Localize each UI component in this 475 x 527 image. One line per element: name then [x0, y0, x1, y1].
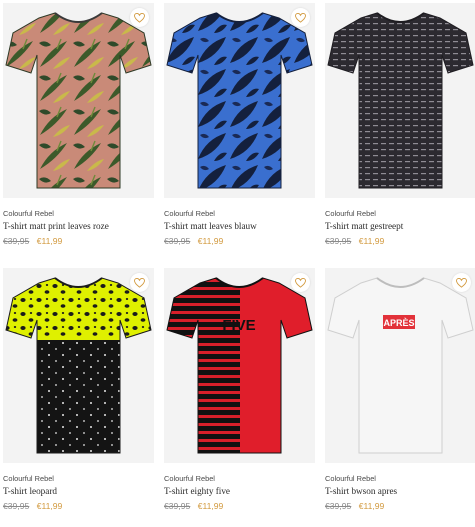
wishlist-button[interactable] [452, 273, 471, 292]
product-image[interactable] [3, 3, 154, 198]
sale-price: €11,99 [197, 501, 224, 511]
heart-icon [295, 12, 306, 23]
original-price: €39,95 [325, 501, 352, 511]
sale-price: €11,99 [36, 236, 63, 246]
original-price: €39,95 [164, 501, 191, 511]
product-title[interactable]: T-shirt leopard [3, 486, 57, 496]
product-title[interactable]: T-shirt bwson apres [325, 486, 397, 496]
product-image[interactable]: APRÈS [325, 268, 475, 463]
product-image[interactable]: FIVE [164, 268, 315, 463]
product-title[interactable]: T-shirt matt leaves blauw [164, 221, 257, 231]
product-prices: €39,95 €11,99 [325, 236, 384, 246]
product-prices: €39,95 €11,99 [164, 236, 223, 246]
product-brand: Colourful Rebel [3, 209, 54, 218]
heart-icon [134, 277, 145, 288]
wishlist-button[interactable] [291, 8, 310, 27]
original-price: €39,95 [3, 236, 30, 246]
wishlist-button[interactable] [130, 8, 149, 27]
heart-icon [456, 277, 467, 288]
sale-price: €11,99 [358, 501, 385, 511]
product-image[interactable] [3, 268, 154, 463]
product-prices: €39,95 €11,99 [3, 501, 62, 511]
product-title[interactable]: T-shirt matt gestreept [325, 221, 403, 231]
shirt-print-text: FIVE [222, 317, 255, 334]
product-card[interactable]: APRÈS Colourful Rebel T-shirt bwson apre… [325, 268, 475, 527]
product-prices: €39,95 €11,99 [3, 236, 62, 246]
product-card[interactable]: Colourful Rebel T-shirt matt gestreept €… [325, 3, 475, 262]
product-title[interactable]: T-shirt matt print leaves roze [3, 221, 109, 231]
product-image[interactable] [164, 3, 315, 198]
original-price: €39,95 [164, 236, 191, 246]
product-card[interactable]: FIVE Colourful Rebel T-shirt eighty five… [164, 268, 315, 527]
product-card[interactable]: Colourful Rebel T-shirt matt print leave… [3, 3, 154, 262]
product-brand: Colourful Rebel [164, 209, 215, 218]
sale-price: €11,99 [36, 501, 63, 511]
product-prices: €39,95 €11,99 [164, 501, 223, 511]
product-card[interactable]: Colourful Rebel T-shirt leopard €39,95 €… [3, 268, 154, 527]
heart-icon [295, 277, 306, 288]
heart-icon [134, 12, 145, 23]
sale-price: €11,99 [197, 236, 224, 246]
product-title[interactable]: T-shirt eighty five [164, 486, 230, 496]
wishlist-button[interactable] [291, 273, 310, 292]
product-brand: Colourful Rebel [3, 474, 54, 483]
product-image[interactable] [325, 3, 475, 198]
original-price: €39,95 [3, 501, 30, 511]
product-card[interactable]: Colourful Rebel T-shirt matt leaves blau… [164, 3, 315, 262]
original-price: €39,95 [325, 236, 352, 246]
product-brand: Colourful Rebel [164, 474, 215, 483]
sale-price: €11,99 [358, 236, 385, 246]
shirt-print-text: APRÈS [383, 318, 414, 328]
product-brand: Colourful Rebel [325, 474, 376, 483]
product-prices: €39,95 €11,99 [325, 501, 384, 511]
product-grid: Colourful Rebel T-shirt matt print leave… [3, 3, 475, 527]
product-brand: Colourful Rebel [325, 209, 376, 218]
wishlist-button[interactable] [130, 273, 149, 292]
